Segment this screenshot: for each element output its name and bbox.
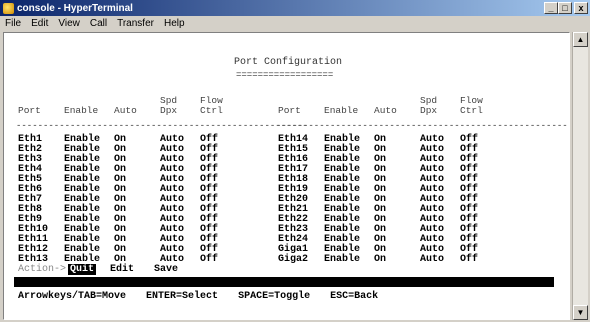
menu-call[interactable]: Call bbox=[85, 18, 112, 29]
help-back: ESC=Back bbox=[330, 291, 379, 302]
right-row-12-auto[interactable]: On bbox=[374, 255, 386, 265]
left-header-auto: Auto bbox=[114, 105, 137, 116]
maximize-button[interactable]: □ bbox=[558, 2, 572, 14]
left-header-spd-dpx: Spd Dpx bbox=[160, 95, 178, 116]
menu-edit[interactable]: Edit bbox=[26, 18, 53, 29]
save-button[interactable]: Save bbox=[154, 264, 178, 275]
right-row-12-enable[interactable]: Enable bbox=[324, 255, 360, 265]
right-row-12-port[interactable]: Giga2 bbox=[278, 255, 308, 265]
scroll-down-icon[interactable]: ▼ bbox=[573, 305, 588, 320]
key-help-line: Arrowkeys/TAB=Move ENTER=Select SPACE=To… bbox=[18, 291, 392, 302]
right-header-spd-dpx: Spd Dpx bbox=[420, 95, 438, 116]
status-bar bbox=[14, 277, 554, 287]
menu-view[interactable]: View bbox=[53, 18, 85, 29]
right-header-rule: ----------------------------------------… bbox=[276, 121, 568, 131]
right-header-auto: Auto bbox=[374, 105, 397, 116]
title-bar: console - HyperTerminal _ □ x bbox=[0, 0, 590, 16]
help-select: ENTER=Select bbox=[146, 291, 219, 302]
close-button[interactable]: x bbox=[574, 2, 588, 14]
hyperterminal-icon bbox=[3, 2, 14, 14]
right-row-12-flow-ctrl[interactable]: Off bbox=[460, 255, 478, 265]
menu-help[interactable]: Help bbox=[159, 18, 190, 29]
left-header-rule: ----------------------------------------… bbox=[16, 121, 308, 131]
terminal-screen[interactable]: Port Configuration ================== --… bbox=[3, 32, 570, 320]
action-label: Action-> bbox=[18, 264, 67, 275]
right-header-port: Port bbox=[278, 105, 301, 116]
screen-title: Port Configuration bbox=[234, 57, 343, 68]
right-header-enable: Enable bbox=[324, 105, 359, 116]
right-row-12-spd-dpx[interactable]: Auto bbox=[420, 255, 444, 265]
vertical-scrollbar[interactable]: ▲ ▼ bbox=[572, 32, 588, 320]
edit-button[interactable]: Edit bbox=[110, 264, 134, 275]
left-header-flow-ctrl: Flow Ctrl bbox=[200, 95, 223, 116]
quit-button[interactable]: Quit bbox=[68, 264, 97, 275]
help-toggle: SPACE=Toggle bbox=[238, 291, 311, 302]
left-row-12-flow-ctrl[interactable]: Off bbox=[200, 255, 218, 265]
action-row: Action-> Quit Edit Save bbox=[18, 264, 178, 275]
help-move: Arrowkeys/TAB=Move bbox=[18, 291, 127, 302]
scroll-up-icon[interactable]: ▲ bbox=[573, 32, 588, 47]
menu-file[interactable]: File bbox=[0, 18, 26, 29]
menu-transfer[interactable]: Transfer bbox=[112, 18, 159, 29]
minimize-button[interactable]: _ bbox=[544, 2, 558, 14]
left-header-enable: Enable bbox=[64, 105, 99, 116]
window-title: console - HyperTerminal bbox=[17, 2, 133, 14]
screen-title-underline: ================== bbox=[236, 70, 334, 80]
window-controls: _ □ x bbox=[544, 2, 588, 14]
menu-bar: File Edit View Call Transfer Help bbox=[0, 16, 590, 31]
right-header-flow-ctrl: Flow Ctrl bbox=[460, 95, 483, 116]
left-header-port: Port bbox=[18, 105, 41, 116]
